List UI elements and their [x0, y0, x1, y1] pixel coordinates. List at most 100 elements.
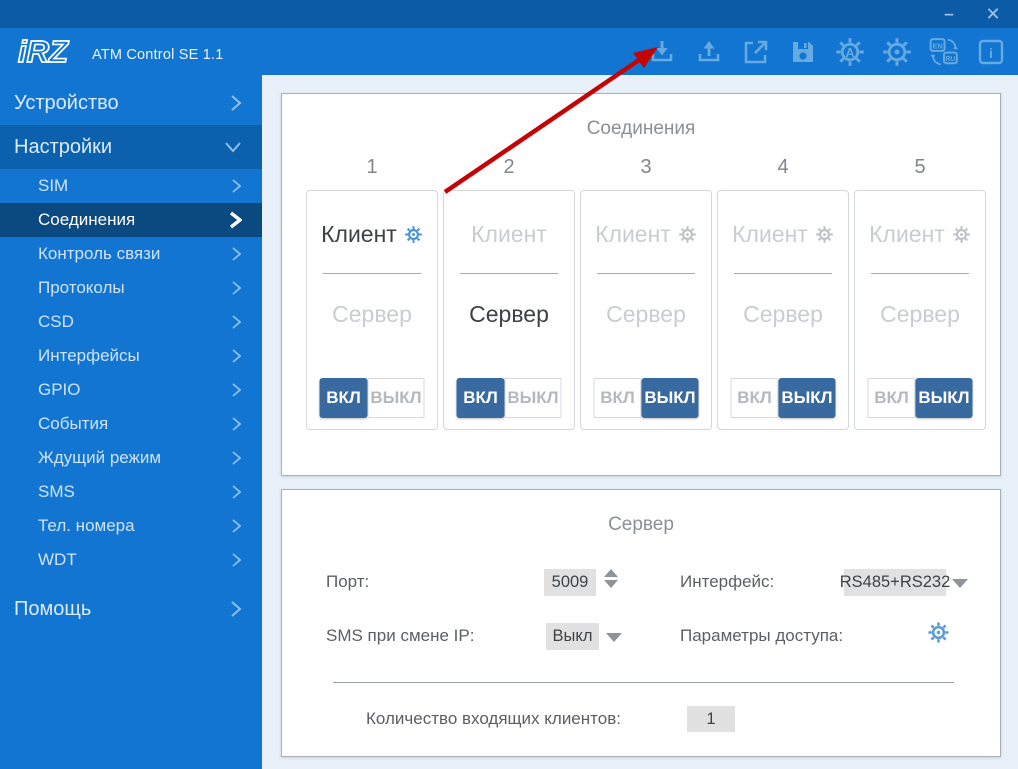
sidebar-item-standby[interactable]: Ждущий режим: [0, 441, 262, 475]
open-config-icon[interactable]: [741, 37, 771, 67]
spinner-up-icon[interactable]: [604, 569, 618, 577]
server-mode-label[interactable]: Сервер: [307, 301, 437, 328]
app-title: ATM Control SE 1.1: [92, 47, 224, 63]
sms-on-ip-change-select[interactable]: Выкл: [546, 623, 599, 650]
sidebar-item-connections[interactable]: Соединения: [0, 203, 262, 237]
toggle-on-button[interactable]: ВКЛ: [593, 378, 642, 418]
toggle-off-button[interactable]: ВЫКЛ: [915, 378, 973, 418]
card-divider: [871, 273, 969, 274]
interface-label: Интерфейс:: [680, 572, 775, 591]
client-mode-label[interactable]: Клиент: [595, 221, 671, 248]
connection-number: 1: [366, 156, 378, 178]
interface-select[interactable]: RS485+RS232: [840, 569, 950, 596]
server-panel-divider: [333, 682, 954, 683]
connection-number: 5: [914, 156, 926, 178]
language-icon[interactable]: EN RU: [929, 37, 959, 67]
sidebar-item-interfaces[interactable]: Интерфейсы: [0, 339, 262, 373]
sidebar: Устройство Настройки SIM Соединения Конт…: [0, 75, 262, 769]
save-icon[interactable]: [788, 37, 818, 67]
sidebar-item-gpio[interactable]: GPIO: [0, 373, 262, 407]
connection-number: 2: [503, 156, 515, 178]
client-mode-label[interactable]: Клиент: [869, 221, 945, 248]
sidebar-item-csd[interactable]: CSD: [0, 305, 262, 339]
spinner-down-icon[interactable]: [604, 580, 618, 588]
irz-logo-icon: iRZ: [17, 33, 70, 70]
toggle-off-button[interactable]: ВЫКЛ: [641, 378, 699, 418]
connection-card-4: Клиент Сервер ВКЛ ВЫКЛ: [717, 190, 849, 430]
port-spinner[interactable]: [604, 569, 618, 588]
toggle-off-button[interactable]: ВЫКЛ: [504, 378, 562, 418]
close-button[interactable]: ✕: [976, 0, 1010, 28]
dropdown-arrow-icon[interactable]: [952, 579, 968, 588]
chevron-right-icon: [232, 179, 242, 193]
sidebar-item-wdt[interactable]: WDT: [0, 543, 262, 577]
lang-bottom-label: RU: [945, 55, 955, 62]
card-divider: [597, 273, 695, 274]
auto-letter: A: [845, 45, 854, 59]
chevron-right-icon: [232, 247, 242, 261]
sidebar-item-sim[interactable]: SIM: [0, 169, 262, 203]
toggle-on-button[interactable]: ВКЛ: [867, 378, 916, 418]
chevron-right-icon: [232, 553, 242, 567]
connections-title: Соединения: [586, 118, 696, 139]
sidebar-item-label: SMS: [38, 482, 75, 501]
toggle-on-button[interactable]: ВКЛ: [456, 378, 505, 418]
server-mode-label[interactable]: Сервер: [855, 301, 985, 328]
client-mode-label[interactable]: Клиент: [732, 221, 808, 248]
chevron-right-icon: [232, 519, 242, 533]
title-bar: – ✕: [0, 0, 1018, 28]
access-params-label: Параметры доступа:: [680, 626, 844, 645]
client-settings-gear-icon[interactable]: [404, 225, 423, 244]
sidebar-item-label: События: [38, 414, 109, 433]
port-label: Порт:: [326, 572, 370, 591]
sidebar-item-help[interactable]: Помощь: [0, 587, 262, 631]
sidebar-item-label: Интерфейсы: [38, 346, 140, 365]
main-content: Соединения 1 2 3 4 5 Клиент Сервер ВКЛ В…: [262, 75, 1018, 769]
download-icon[interactable]: [647, 37, 677, 67]
connection-cards: Клиент Сервер ВКЛ ВЫКЛ Клиент Сервер ВКЛ…: [306, 190, 1000, 430]
connection-card-3: Клиент Сервер ВКЛ ВЫКЛ: [580, 190, 712, 430]
access-params-gear-icon[interactable]: [927, 621, 950, 649]
card-divider: [734, 273, 832, 274]
sidebar-item-protocols[interactable]: Протоколы: [0, 271, 262, 305]
client-mode-label[interactable]: Клиент: [471, 221, 547, 248]
chevron-right-icon: [232, 485, 242, 499]
sidebar-item-settings[interactable]: Настройки: [0, 125, 262, 169]
sms-on-ip-change-label: SMS при смене IP:: [326, 626, 475, 645]
connection-toggle: ВКЛ ВЫКЛ: [867, 378, 973, 418]
sidebar-item-link-control[interactable]: Контроль связи: [0, 237, 262, 271]
toggle-off-button[interactable]: ВЫКЛ: [367, 378, 425, 418]
sidebar-item-device[interactable]: Устройство: [0, 81, 262, 125]
client-mode-label[interactable]: Клиент: [321, 221, 397, 248]
dropdown-arrow-icon[interactable]: [606, 633, 622, 642]
chevron-right-icon: [232, 349, 242, 363]
sidebar-item-label: SIM: [38, 176, 69, 195]
port-input[interactable]: 5009: [544, 569, 596, 596]
app-header: iRZ ATM Control SE 1.1 A EN RU i: [0, 28, 1018, 75]
server-mode-label[interactable]: Сервер: [444, 301, 574, 328]
client-settings-gear-icon[interactable]: [678, 225, 697, 244]
server-mode-label[interactable]: Сервер: [718, 301, 848, 328]
info-icon[interactable]: i: [976, 37, 1006, 67]
incoming-clients-label: Количество входящих клиентов:: [366, 709, 621, 728]
toggle-on-button[interactable]: ВКЛ: [730, 378, 779, 418]
client-settings-gear-icon[interactable]: [815, 225, 834, 244]
connection-card-5: Клиент Сервер ВКЛ ВЫКЛ: [854, 190, 986, 430]
sidebar-item-label: WDT: [38, 550, 77, 569]
sidebar-item-phone-numbers[interactable]: Тел. номера: [0, 509, 262, 543]
card-divider: [460, 273, 558, 274]
toggle-on-button[interactable]: ВКЛ: [319, 378, 368, 418]
auto-settings-icon[interactable]: A: [835, 37, 865, 67]
minimize-button[interactable]: –: [932, 0, 966, 28]
toggle-off-button[interactable]: ВЫКЛ: [778, 378, 836, 418]
chevron-right-icon: [232, 451, 242, 465]
server-mode-label[interactable]: Сервер: [581, 301, 711, 328]
upload-icon[interactable]: [694, 37, 724, 67]
client-settings-gear-icon[interactable]: [952, 225, 971, 244]
chevron-right-icon: [231, 601, 242, 617]
sidebar-item-sms[interactable]: SMS: [0, 475, 262, 509]
settings-icon[interactable]: [882, 37, 912, 67]
sidebar-item-events[interactable]: События: [0, 407, 262, 441]
incoming-clients-value[interactable]: 1: [687, 706, 735, 732]
server-title: Сервер: [608, 514, 674, 535]
